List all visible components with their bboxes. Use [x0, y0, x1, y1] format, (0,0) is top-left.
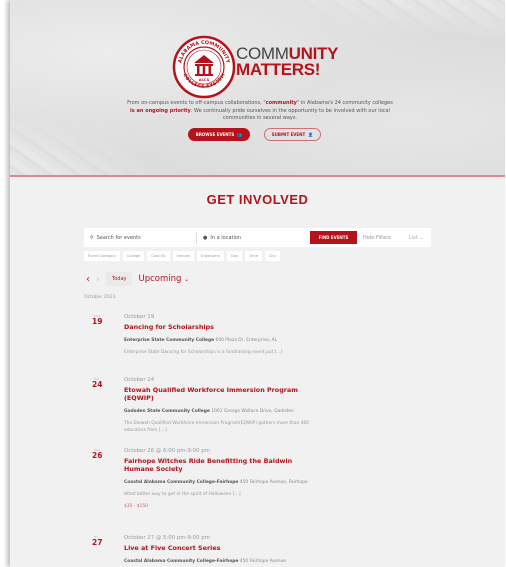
event-description: What better way to get in the spirit of …	[124, 492, 241, 497]
upcoming-dropdown[interactable]: Upcoming ⌄	[138, 274, 189, 284]
location-input[interactable]: ● In a location	[197, 235, 310, 241]
event-venue: Coastal Alabama Community College-Fairho…	[124, 480, 308, 485]
find-events-button[interactable]: FIND EVENTS	[310, 231, 357, 244]
event-title-link[interactable]: Dancing for Scholarships	[124, 323, 324, 331]
event-day: 24	[92, 380, 103, 389]
today-button[interactable]: Today	[106, 272, 133, 286]
previous-arrow-icon[interactable]: ‹	[86, 274, 90, 285]
event-datetime: October 19	[124, 314, 155, 320]
filter-time[interactable]: Time	[245, 251, 262, 261]
hero-banner: ACCS ALABAMA COMMUNITY COLLEGE SYSTEM CO…	[10, 0, 505, 177]
event-cost: $35 - $150	[124, 504, 148, 509]
event-datetime: October 26 @ 6:00 pm-9:00 pm	[124, 448, 210, 454]
section-title: GET INVOLVED	[206, 192, 309, 207]
filter-college[interactable]: College	[122, 251, 145, 261]
accs-logo: ACCS ALABAMA COMMUNITY COLLEGE SYSTEM	[172, 35, 236, 99]
submit-event-button[interactable]: SUBMIT EVENT 👤	[264, 128, 321, 141]
event-description: Enterprise State Dancing for Scholarship…	[124, 350, 283, 355]
event-venue: Gadsden State Community College 1001 Geo…	[124, 409, 294, 414]
event-datetime: October 27 @ 5:00 pm-9:00 pm	[124, 535, 210, 541]
hide-filters-link[interactable]: Hide Filters	[363, 235, 391, 241]
search-icon: ⚲	[90, 234, 94, 241]
event-venue: Coastal Alabama Community College-Fairho…	[124, 559, 286, 564]
date-nav: ‹ › Today Upcoming ⌄	[86, 272, 189, 286]
chevron-down-icon: ⌄	[419, 234, 424, 241]
event-day: 19	[92, 317, 103, 326]
filter-organizers[interactable]: Organizers	[196, 251, 224, 261]
event-day: 27	[92, 538, 103, 547]
page: ACCS ALABAMA COMMUNITY COLLEGE SYSTEM CO…	[10, 0, 505, 567]
filter-bar: Event Category College Cost ($) Venues Organ…	[84, 251, 280, 261]
filter-day[interactable]: Day	[227, 251, 243, 261]
intro-text: From on-campus events to off-campus coll…	[127, 100, 393, 121]
svg-text:ACCS: ACCS	[199, 78, 210, 82]
event-datetime: October 24	[124, 377, 155, 383]
filter-cost[interactable]: Cost ($)	[147, 251, 170, 261]
users-icon: 👥	[237, 132, 243, 137]
view-selector[interactable]: List ⌄	[409, 235, 424, 241]
event-title-link[interactable]: Live at Five Concert Series	[124, 544, 324, 552]
filter-venues[interactable]: Venues	[172, 251, 194, 261]
event-search-bar: ⚲ Search for events ● In a location FIND E…	[84, 228, 431, 247]
event-day: 26	[92, 451, 103, 460]
month-separator: October 2023	[84, 295, 116, 300]
location-pin-icon: ●	[203, 234, 208, 241]
filter-event-category[interactable]: Event Category	[84, 251, 120, 261]
event-title-link[interactable]: Fairhope Witches Ride Benefitting the Ba…	[124, 457, 324, 473]
event-description: The Etowah Qualified Workforce Immersion…	[124, 421, 310, 433]
next-arrow-icon[interactable]: ›	[96, 274, 100, 285]
user-icon: 👤	[308, 132, 314, 137]
event-title-link[interactable]: Etowah Qualified Workforce Immersion Pro…	[124, 386, 324, 402]
search-input[interactable]: ⚲ Search for events	[84, 231, 197, 244]
community-matters-headline: COMMUNITY MATTERS!	[236, 44, 339, 79]
event-venue: Enterprise State Community College 600 P…	[124, 338, 278, 343]
chevron-down-icon: ⌄	[184, 276, 190, 283]
browse-events-button[interactable]: BROWSE EVENTS 👥	[188, 128, 250, 141]
filter-city[interactable]: City	[264, 251, 280, 261]
